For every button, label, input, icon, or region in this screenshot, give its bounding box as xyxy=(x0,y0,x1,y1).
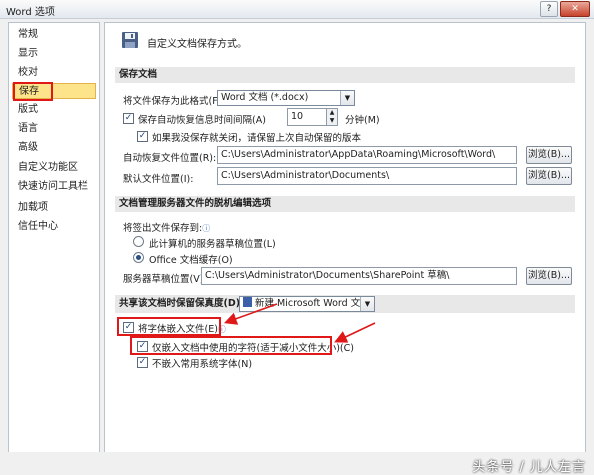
sidebar-item-quick-access-toolbar[interactable]: 快速访问工具栏 xyxy=(12,179,96,195)
keep-last-version-label: 如果我没保存就关闭，请保留上次自动保留的版本 xyxy=(152,133,362,144)
save-format-label: 将文件保存为此格式(F): xyxy=(123,96,225,107)
title-bar: Word 选项 ? ✕ xyxy=(0,0,594,19)
dialog-footer: 头条号 / 儿人左言 xyxy=(0,452,594,475)
help-icon[interactable]: ? xyxy=(540,1,558,17)
sidebar-item-customize-ribbon[interactable]: 自定义功能区 xyxy=(12,160,96,176)
watermark: 头条号 / 儿人左言 xyxy=(472,460,586,475)
autorecover-browse-button[interactable]: 浏览(B)... xyxy=(526,146,572,164)
chevron-down-icon: ▼ xyxy=(360,297,374,311)
fidelity-document-select[interactable]: 新建 Microsoft Word 文档 ▼ xyxy=(239,296,375,312)
window-title: Word 选项 xyxy=(6,7,55,18)
autorecover-location-label: 自动恢复文件位置(R): xyxy=(123,153,217,164)
info-icon: ⓘ xyxy=(202,224,211,233)
server-drafts-location-label: 服务器草稿位置(V): xyxy=(123,274,207,285)
main-panel: 自定义文档保存方式。 保存文档 将文件保存为此格式(F): Word 文档 (*… xyxy=(104,22,586,470)
no-common-fonts-checkbox[interactable]: ✓ xyxy=(137,357,148,368)
server-drafts-browse-button[interactable]: 浏览(B)... xyxy=(526,267,572,285)
fidelity-document-value: 新建 Microsoft Word 文档 xyxy=(255,298,370,309)
save-disk-icon xyxy=(122,32,138,48)
annotation-highlight-embed-fonts xyxy=(117,317,221,336)
autorecover-label: 保存自动恢复信息时间间隔(A) xyxy=(138,115,266,126)
server-drafts-label: 此计算机的服务器草稿位置(L) xyxy=(149,239,276,250)
spin-up-icon[interactable]: ▲ xyxy=(327,109,337,117)
office-cache-label: Office 文档缓存(O) xyxy=(149,255,233,266)
keep-last-version-checkbox[interactable]: ✓ xyxy=(137,131,148,142)
chevron-down-icon: ▼ xyxy=(340,91,354,105)
close-icon[interactable]: ✕ xyxy=(560,1,590,17)
word-document-icon xyxy=(243,297,252,307)
spin-down-icon[interactable]: ▼ xyxy=(327,117,337,125)
sidebar-item-proofing[interactable]: 校对 xyxy=(12,65,96,81)
sidebar-item-trust-center[interactable]: 信任中心 xyxy=(12,219,96,235)
server-drafts-radio[interactable] xyxy=(133,236,144,247)
autorecover-location-input[interactable]: C:\Users\Administrator\AppData\Roaming\M… xyxy=(217,146,517,164)
sidebar-item-display[interactable]: 显示 xyxy=(12,46,96,62)
section-save-documents: 保存文档 xyxy=(115,67,575,83)
office-cache-radio[interactable] xyxy=(133,252,144,263)
annotation-highlight-save xyxy=(13,82,53,101)
default-location-label: 默认文件位置(I): xyxy=(123,174,194,185)
minutes-label: 分钟(M) xyxy=(345,115,380,126)
default-location-browse-button[interactable]: 浏览(B)... xyxy=(526,167,572,185)
annotation-highlight-embed-used xyxy=(130,336,332,355)
sidebar-item-language[interactable]: 语言 xyxy=(12,121,96,137)
sidebar-item-layout[interactable]: 版式 xyxy=(12,102,96,118)
page-description: 自定义文档保存方式。 xyxy=(147,39,247,50)
save-checked-out-text: 将签出文件保存到: xyxy=(123,223,203,234)
autorecover-minutes-input[interactable]: 10 xyxy=(287,108,327,126)
save-format-select[interactable]: Word 文档 (*.docx) ▼ xyxy=(217,90,355,106)
annotation-arrow-embed-used xyxy=(334,322,376,343)
server-drafts-location-input[interactable]: C:\Users\Administrator\Documents\SharePo… xyxy=(201,267,517,285)
save-format-value: Word 文档 (*.docx) xyxy=(221,92,309,103)
preserve-fidelity-label: 共享该文档时保留保真度(D): xyxy=(119,298,244,309)
autorecover-minutes-spinner[interactable]: ▲ ▼ xyxy=(326,108,338,126)
sidebar: 常规 显示 校对 保存 版式 语言 高级 自定义功能区 快速访问工具栏 加载项 … xyxy=(8,22,100,470)
section-offline-editing: 文档管理服务器文件的脱机编辑选项 xyxy=(115,196,575,212)
autorecover-checkbox[interactable]: ✓ xyxy=(123,113,134,124)
sidebar-item-addins[interactable]: 加载项 xyxy=(12,200,96,216)
save-checked-out-label: 将签出文件保存到:ⓘ xyxy=(123,220,210,234)
no-common-fonts-label: 不嵌入常用系统字体(N) xyxy=(152,359,253,370)
sidebar-item-advanced[interactable]: 高级 xyxy=(12,140,96,156)
sidebar-item-general[interactable]: 常规 xyxy=(12,27,96,43)
default-location-input[interactable]: C:\Users\Administrator\Documents\ xyxy=(217,167,517,185)
